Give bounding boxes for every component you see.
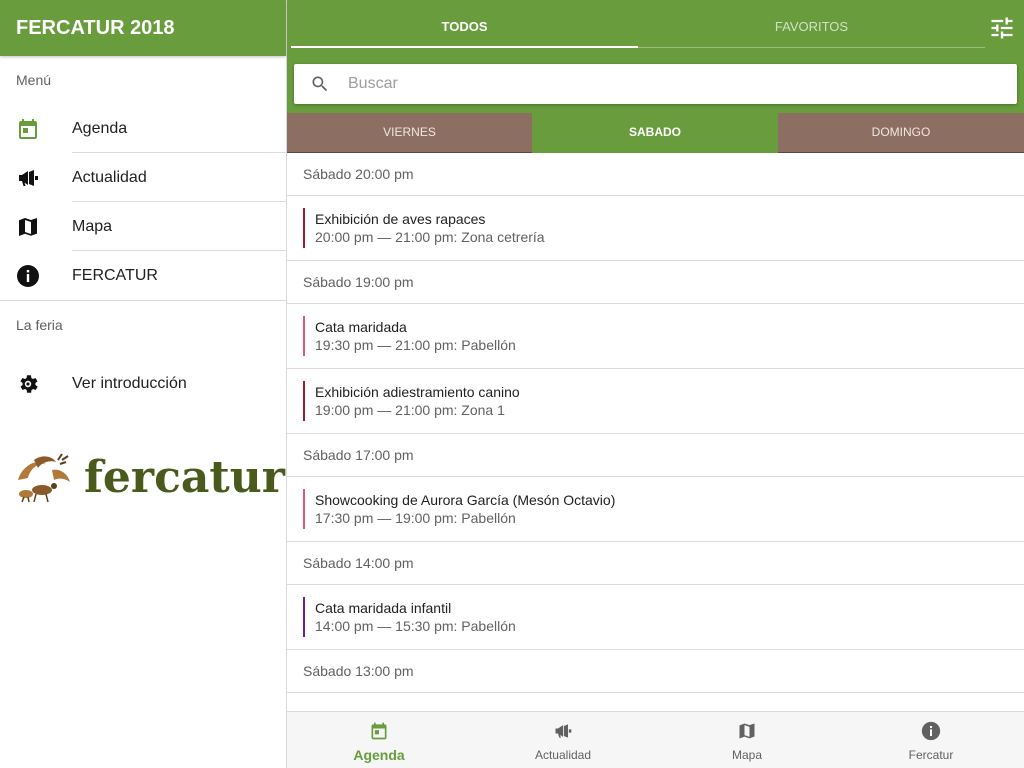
drawer-item-label: Agenda [72, 104, 286, 153]
event-title: Cata maridada [315, 319, 407, 335]
map-icon [739, 723, 755, 739]
tab-favoritos[interactable]: FAVORITOS [638, 0, 985, 48]
event-detail: 20:00 pm — 21:00 pm: Zona cetrería [315, 229, 545, 245]
megaphone-icon [19, 170, 38, 186]
tab-favoritos-label: FAVORITOS [774, 19, 849, 34]
drawer-title: FERCATUR 2018 [0, 0, 286, 56]
tab-active-indicator [291, 46, 638, 48]
info-icon [921, 721, 941, 741]
event-detail: 14:00 pm — 15:30 pm: Pabellón [315, 618, 516, 634]
event-item[interactable]: Cata maridada infantil 14:00 pm — 15:30 … [287, 585, 1024, 650]
event-color-bar [303, 208, 305, 248]
day-tab-domingo[interactable]: DOMINGO [778, 113, 1024, 153]
event-title: Cata maridada infantil [315, 600, 452, 616]
event-color-bar [303, 381, 305, 421]
bottom-nav-mapa[interactable]: Mapa [655, 712, 839, 768]
bottom-nav-agenda[interactable]: Agenda [287, 712, 471, 768]
event-item[interactable]: Exhibición adiestramiento canino 19:00 p… [287, 369, 1024, 434]
bottom-nav-fercatur[interactable]: Fercatur [839, 712, 1023, 768]
search-icon [312, 76, 328, 92]
event-title: Exhibición de aves rapaces [315, 211, 486, 227]
drawer-item-fercatur[interactable]: FERCATUR [0, 251, 286, 300]
event-detail: 19:00 pm — 21:00 pm: Zona 1 [315, 402, 505, 418]
tab-todos[interactable]: TODOS [291, 0, 638, 48]
event-color-bar [303, 316, 305, 356]
drawer-item-mapa[interactable]: Mapa [0, 202, 286, 251]
time-group-header: Sábado 20:00 pm [287, 153, 1024, 196]
bottom-navigation: Agenda Actualidad Mapa Fercatur [287, 711, 1024, 768]
day-tab-viernes[interactable]: VIERNES [287, 113, 532, 153]
drawer-item-label: Actualidad [72, 153, 286, 202]
bottom-nav-label: Actualidad [534, 748, 592, 762]
drawer-item-label: Mapa [72, 202, 286, 251]
navigation-drawer: FERCATUR 2018 Menú Agenda Actualidad Map… [0, 0, 287, 768]
event-color-bar [303, 489, 305, 529]
logo-wordmark: fercatur [84, 452, 285, 503]
menu-section-label: Menú [16, 72, 52, 88]
tab-inactive-indicator [638, 47, 985, 48]
event-item[interactable]: Cata maridada 19:30 pm — 21:00 pm: Pabel… [287, 304, 1024, 369]
day-tabs: VIERNES SABADO DOMINGO [287, 113, 1024, 153]
event-detail: 19:30 pm — 21:00 pm: Pabellón [315, 337, 516, 353]
time-group-header: Sábado 14:00 pm [287, 542, 1024, 585]
time-group-header: Sábado 19:00 pm [287, 261, 1024, 304]
drawer-item-actualidad[interactable]: Actualidad [0, 153, 286, 202]
event-color-bar [303, 597, 305, 637]
fercatur-logo: fercatur [12, 450, 285, 506]
tab-todos-label: TODOS [441, 19, 488, 34]
main-content: TODOS FAVORITOS VIERNES SABADO DOMINGO S… [287, 0, 1024, 768]
event-title: Showcooking de Aurora García (Mesón Octa… [315, 492, 616, 508]
search-bar [294, 64, 1017, 104]
feria-section-label: La feria [16, 317, 63, 333]
calendar-icon [19, 119, 37, 139]
time-group-header: Sábado 13:00 pm [287, 650, 1024, 693]
bottom-nav-label: Fercatur [908, 748, 954, 762]
map-icon [19, 218, 37, 236]
megaphone-icon [555, 724, 572, 738]
deer-bird-logo-icon [18, 453, 70, 503]
agenda-list[interactable]: Sábado 20:00 pm Exhibición de aves rapac… [287, 153, 1024, 711]
event-detail: 17:30 pm — 19:00 pm: Pabellón [315, 510, 516, 526]
bottom-nav-label: Mapa [731, 748, 763, 762]
event-title: Exhibición adiestramiento canino [315, 384, 520, 400]
filter-settings-icon[interactable] [988, 14, 1016, 42]
gear-icon [20, 375, 38, 393]
search-input[interactable] [348, 64, 998, 104]
drawer-item-label: FERCATUR [72, 267, 158, 284]
time-group-header: Sábado 17:00 pm [287, 434, 1024, 477]
day-tab-sabado[interactable]: SABADO [532, 113, 778, 153]
top-app-bar: TODOS FAVORITOS [287, 0, 1024, 113]
bottom-nav-label: Agenda [353, 747, 405, 763]
drawer-item-ver-introduccion[interactable]: Ver introducción [0, 359, 286, 408]
calendar-icon [371, 722, 387, 740]
bottom-nav-actualidad[interactable]: Actualidad [471, 712, 655, 768]
drawer-item-label: Ver introducción [72, 375, 187, 392]
event-item[interactable]: Exhibición de aves rapaces 20:00 pm — 21… [287, 196, 1024, 261]
drawer-item-agenda[interactable]: Agenda [0, 104, 286, 153]
info-icon [17, 265, 39, 287]
event-item[interactable]: Showcooking de Aurora García (Mesón Octa… [287, 477, 1024, 542]
